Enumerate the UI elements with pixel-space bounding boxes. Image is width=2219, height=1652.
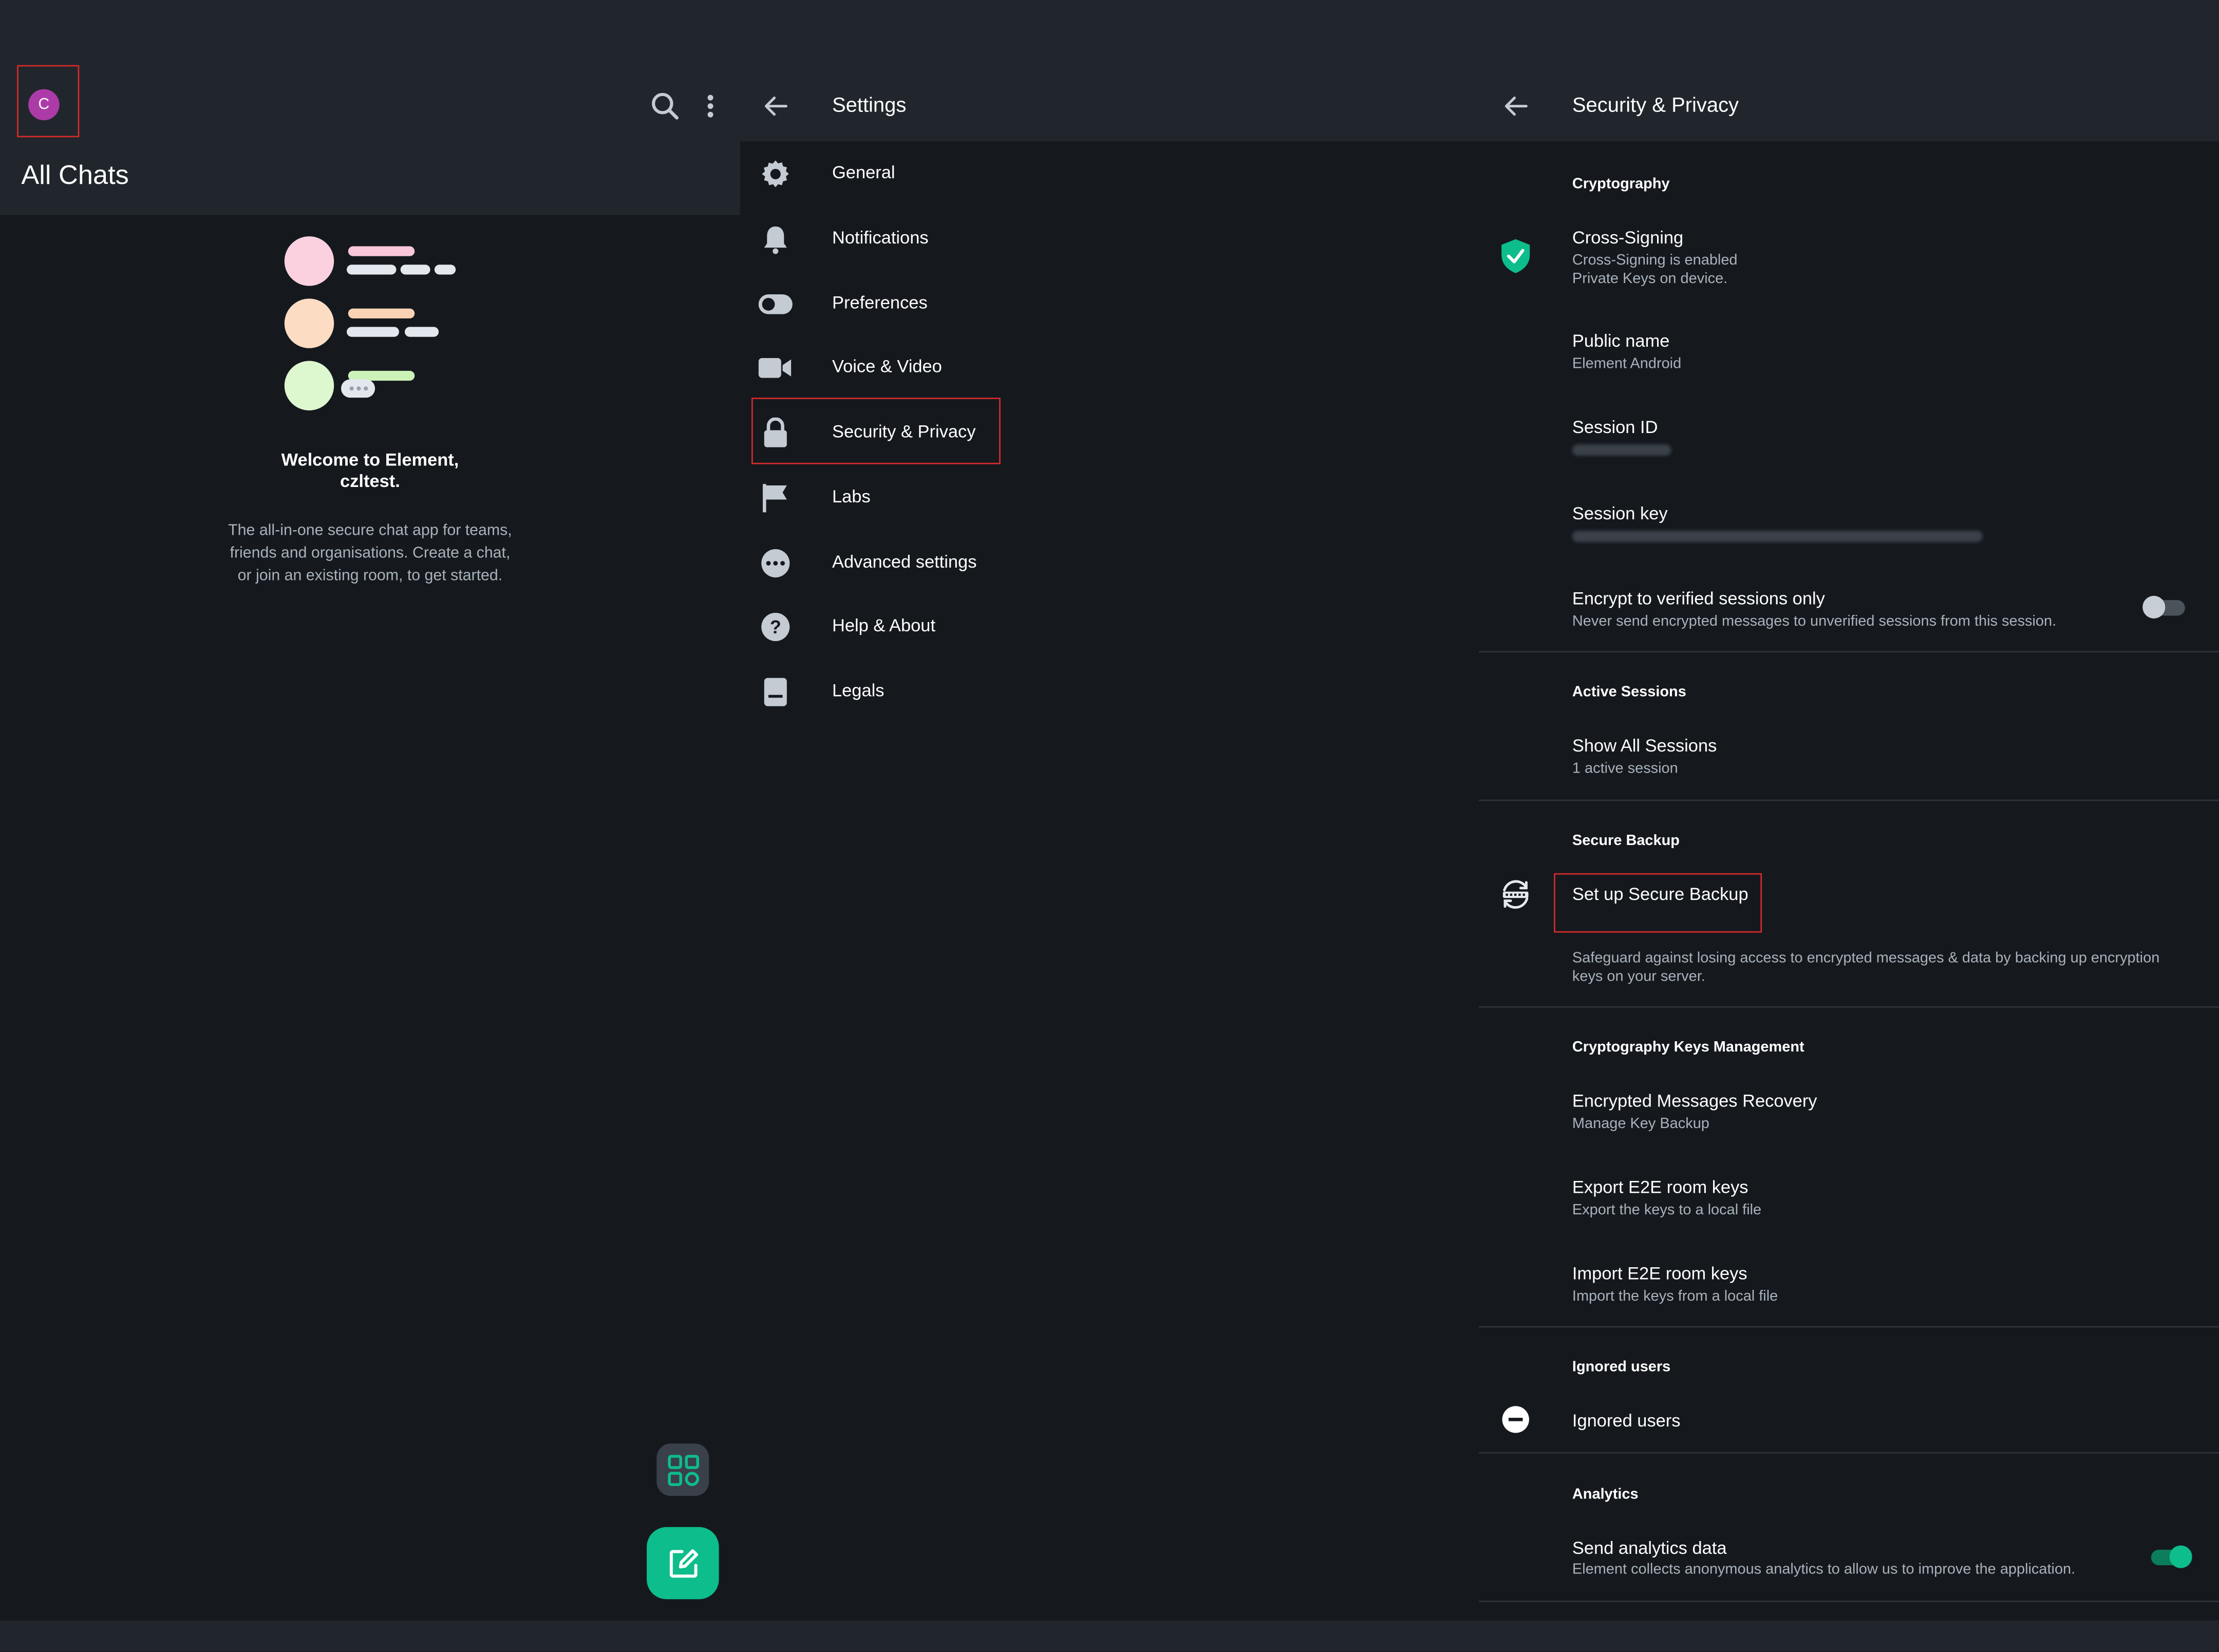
row-title: Export E2E room keys <box>1572 1177 1748 1197</box>
settings-item-label: Voice & Video <box>832 356 942 377</box>
settings-item-label: General <box>832 162 895 183</box>
settings-panel: Settings General Notifications Preferenc… <box>740 0 1479 1621</box>
section-header-secure-backup: Secure Backup <box>1572 832 1680 850</box>
navigation-bar <box>0 1620 2219 1652</box>
welcome-body-line: friends and organisations. Create a chat… <box>230 545 511 562</box>
row-subtitle: Never send encrypted messages to unverif… <box>1572 612 2057 630</box>
row-subtitle: Manage Key Backup <box>1572 1115 1709 1133</box>
settings-item-labs[interactable]: Labs <box>740 467 1479 529</box>
settings-item-notifications[interactable]: Notifications <box>740 208 1479 270</box>
row-subtitle: Cross-Signing is enabled <box>1572 252 1738 269</box>
settings-item-label: Preferences <box>832 293 928 313</box>
row-title: Encrypted Messages Recovery <box>1572 1091 1817 1111</box>
row-title: Send analytics data <box>1572 1538 1727 1559</box>
settings-item-voice-video[interactable]: Voice & Video <box>740 337 1479 399</box>
row-title: Ignored users <box>1572 1411 1681 1431</box>
more-vertical-icon[interactable] <box>699 89 722 123</box>
divider <box>1479 799 2219 801</box>
welcome-title-line: Welcome to Element, <box>281 450 459 470</box>
divider <box>1479 1601 2219 1602</box>
flag-icon <box>759 481 793 515</box>
divider <box>1479 1006 2219 1008</box>
divider <box>1479 1452 2219 1454</box>
backup-highlight <box>1554 873 1762 933</box>
row-subtitle: Private Keys on device. <box>1572 270 1728 288</box>
row-subtitle: 1 active session <box>1572 760 1678 777</box>
grid-icon <box>667 1454 699 1486</box>
spaces-button[interactable] <box>656 1443 709 1496</box>
settings-item-label: Labs <box>832 486 871 507</box>
section-header-analytics: Analytics <box>1572 1486 1639 1503</box>
redacted-value <box>1572 531 1983 542</box>
welcome-body-line: or join an existing room, to get started… <box>237 567 503 585</box>
section-header-cryptography: Cryptography <box>1572 175 1670 193</box>
compose-icon <box>669 1548 698 1577</box>
encrypt-toggle-knob <box>2142 595 2166 618</box>
settings-item-label: Legals <box>832 681 885 701</box>
avatar[interactable]: C <box>28 89 60 121</box>
security-panel: Security & Privacy Cryptography Cross-Si… <box>1479 0 2219 1621</box>
welcome-body-line: The all-in-one secure chat app for teams… <box>228 522 512 539</box>
settings-item-label: Advanced settings <box>832 552 977 572</box>
video-icon <box>758 351 793 385</box>
settings-title: Settings <box>832 95 907 118</box>
gear-icon <box>759 157 793 191</box>
divider <box>1479 1326 2219 1328</box>
analytics-toggle-knob <box>2169 1545 2192 1568</box>
settings-item-general[interactable]: General <box>740 143 1479 205</box>
search-icon[interactable] <box>648 89 682 123</box>
row-title: Import E2E room keys <box>1572 1264 1747 1284</box>
chats-panel: C All Chats Welcome to Element, czltest.… <box>0 0 740 1621</box>
row-title: Encrypt to verified sessions only <box>1572 589 1825 609</box>
welcome-title-line: czltest. <box>340 471 400 492</box>
shield-check-icon <box>1500 238 1531 275</box>
bell-icon <box>759 222 793 256</box>
svg-text:?: ? <box>770 617 781 637</box>
row-subtitle: Element collects anonymous analytics to … <box>1572 1561 2076 1578</box>
settings-item-advanced[interactable]: Advanced settings <box>740 532 1479 594</box>
back-arrow-icon[interactable] <box>760 90 791 122</box>
section-header-ignored-users: Ignored users <box>1572 1358 1671 1376</box>
back-arrow-icon[interactable] <box>1500 90 1531 122</box>
row-subtitle: Safeguard against losing access to encry… <box>1572 949 2160 967</box>
row-subtitle: Import the keys from a local file <box>1572 1288 1778 1305</box>
section-header-active-sessions: Active Sessions <box>1572 683 1686 701</box>
key-backup-icon <box>1499 877 1533 911</box>
row-subtitle: Export the keys to a local file <box>1572 1202 1762 1219</box>
screen: C All Chats Welcome to Element, czltest.… <box>0 0 2219 1652</box>
welcome-description: The all-in-one secure chat app for teams… <box>219 519 521 587</box>
settings-item-label: Notifications <box>832 228 929 248</box>
settings-item-label: Help & About <box>832 615 936 636</box>
row-title: Session key <box>1572 503 1668 524</box>
settings-item-help[interactable]: ? Help & About <box>740 596 1479 658</box>
row-subtitle: keys on your server. <box>1572 968 1705 985</box>
section-header-keys-management: Cryptography Keys Management <box>1572 1039 1804 1056</box>
toggle-icon <box>758 287 793 321</box>
document-icon <box>759 675 793 709</box>
security-highlight <box>751 398 1001 464</box>
help-icon: ? <box>759 610 793 644</box>
redacted-value <box>1572 444 1671 456</box>
compose-button[interactable] <box>647 1527 719 1600</box>
block-icon <box>1501 1405 1530 1434</box>
page-title: All Chats <box>21 161 129 191</box>
settings-item-preferences[interactable]: Preferences <box>740 273 1479 335</box>
more-icon <box>759 546 793 580</box>
row-title: Cross-Signing <box>1572 228 1684 248</box>
settings-item-legals[interactable]: Legals <box>740 661 1479 723</box>
row-title: Public name <box>1572 331 1670 351</box>
divider <box>1479 651 2219 653</box>
welcome-title: Welcome to Element, czltest. <box>227 450 514 493</box>
security-title: Security & Privacy <box>1572 95 1739 118</box>
row-title: Show All Sessions <box>1572 736 1717 756</box>
row-title: Session ID <box>1572 417 1658 438</box>
row-subtitle: Element Android <box>1572 355 1682 372</box>
